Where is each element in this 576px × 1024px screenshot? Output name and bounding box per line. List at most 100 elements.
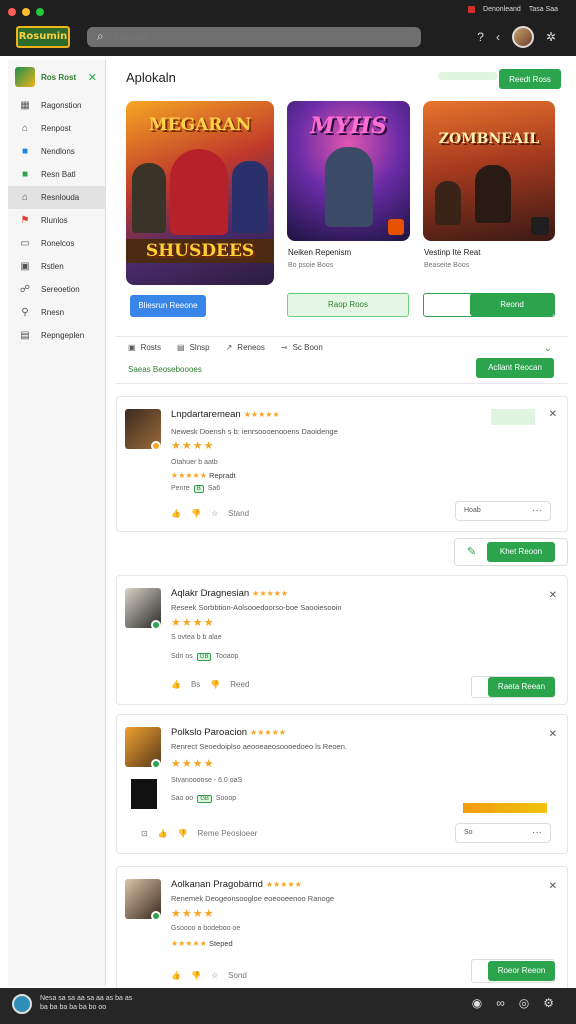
flag-icon: ⚑: [20, 214, 30, 226]
close-window-button[interactable]: [8, 8, 16, 16]
close-icon[interactable]: ✕: [549, 590, 557, 601]
review-pill[interactable]: So ···: [455, 823, 551, 843]
review-actions: 👍 Bs 👎 Reed: [171, 680, 249, 689]
review-button-frame[interactable]: Roeor Reeon: [471, 959, 555, 983]
close-icon[interactable]: ✕: [88, 71, 97, 84]
titlebar-status-text-2: Tasa Saa: [528, 6, 558, 13]
close-icon[interactable]: ✕: [549, 409, 557, 420]
search-bar[interactable]: ⌕: [87, 27, 421, 47]
thumbs-up-icon[interactable]: 👍: [171, 971, 181, 980]
floating-action[interactable]: ✎ Khet Reoon: [454, 538, 568, 566]
tab-label: Reneos: [237, 343, 265, 352]
titlebar-icons: ? ‹ ✲: [477, 26, 556, 48]
game-sub-2: Bo psoie Boos: [288, 262, 334, 269]
rating-label: Repradt: [208, 471, 236, 480]
game-card-2[interactable]: MYHS: [287, 101, 410, 241]
review-text: Newesk Doensh s b: ienrsoooenooens Daoid…: [171, 427, 338, 436]
sidebar-item-7[interactable]: ▣ Rstlen: [8, 255, 105, 278]
status-action-button[interactable]: Acllant Reocan: [476, 358, 554, 378]
thumbs-up-icon[interactable]: 👍: [158, 829, 168, 838]
tag-badge: GB: [196, 653, 212, 661]
close-icon[interactable]: ✕: [549, 881, 557, 892]
sidebar-item-10[interactable]: ▤ Repngeplen: [8, 324, 105, 347]
help-icon[interactable]: ?: [477, 30, 484, 44]
settings-icon[interactable]: ✲: [546, 30, 556, 44]
search-input[interactable]: [113, 29, 403, 45]
app-logo[interactable]: Rosumin: [16, 26, 70, 48]
more-icon[interactable]: ···: [532, 827, 542, 838]
game-button-1[interactable]: Bliesrun Reeone: [130, 295, 206, 317]
gamepad-icon[interactable]: ∞: [496, 996, 505, 1010]
review-button-frame[interactable]: Raeta Reean: [471, 676, 555, 698]
action-label[interactable]: Reed: [230, 680, 249, 689]
review-button[interactable]: Raeta Reean: [488, 677, 555, 697]
review-stars: ★★★★: [171, 617, 215, 629]
sidebar-item-0[interactable]: ▦ Ragonstion: [8, 94, 105, 117]
action-label[interactable]: Stand: [228, 509, 249, 518]
review-title-text: Aqlakr Dragnesian: [171, 588, 250, 599]
star-icon[interactable]: ☆: [211, 509, 218, 518]
flag-icon[interactable]: ⊡: [141, 829, 148, 838]
status-text: Saeas Beoseboooes: [128, 365, 202, 374]
badge-icon: [151, 911, 161, 921]
review-title: Polkslo Paroacion ★★★★★: [171, 727, 286, 738]
chevron-down-icon[interactable]: ⌄: [544, 343, 552, 354]
thumbs-down-icon[interactable]: 👎: [210, 680, 220, 689]
game-button-2[interactable]: Raop Roos: [287, 293, 409, 317]
more-icon[interactable]: ···: [532, 505, 542, 516]
chat-icon[interactable]: ◉: [472, 996, 482, 1010]
sidebar-item-6[interactable]: ▭ Ronelcos: [8, 232, 105, 255]
thumbs-up-icon[interactable]: 👍: [171, 680, 181, 689]
footer-avatar[interactable]: [12, 994, 32, 1014]
sidebar-item-1[interactable]: ⌂ Renpost: [8, 117, 105, 140]
sidebar-item-2[interactable]: ■ Nendlons: [8, 140, 105, 163]
game-card-3[interactable]: ZOMBNEAIL: [423, 101, 555, 241]
sidebar-item-4[interactable]: ⌂ Resnlouda: [8, 186, 105, 209]
tab-0[interactable]: ▣ Rosts: [128, 343, 161, 352]
game-button-3[interactable]: Reond: [470, 293, 554, 316]
tab-2[interactable]: ↗ Reneos: [226, 343, 265, 352]
thumbs-down-icon[interactable]: 👎: [178, 829, 188, 838]
review-tags: Sao oo GB Sooop: [171, 795, 236, 803]
action-label[interactable]: Sond: [228, 971, 247, 980]
review-card-3: Polkslo Paroacion ★★★★★ ✕ Renrect Seoedoi…: [116, 714, 568, 854]
target-icon[interactable]: ◎: [519, 996, 529, 1010]
layers-icon: ▤: [177, 343, 185, 352]
sidebar-item-5[interactable]: ⚑ Rlunlos: [8, 209, 105, 232]
chat-icon: ▭: [20, 237, 30, 249]
maximize-window-button[interactable]: [36, 8, 44, 16]
review-meta: Otahuer b aatb: [171, 459, 218, 466]
action-label[interactable]: Reme Peosloeer: [198, 829, 258, 838]
floating-button[interactable]: Khet Reoon: [487, 542, 555, 562]
poster-title: ZOMBNEAIL: [438, 131, 540, 147]
review-actions: 👍 👎 ☆ Stand: [171, 509, 249, 518]
footer-text: Nesa sa sa aa sa aa as ba as ba ba ba ba…: [40, 994, 132, 1012]
user-avatar[interactable]: [511, 26, 534, 48]
sidebar-item-3[interactable]: ■ Resn Batl: [8, 163, 105, 186]
sidebar: Ros Rost ✕ ▦ Ragonstion ⌂ Renpost ■ Nendlon…: [8, 60, 106, 986]
tab-1[interactable]: ▤ Slnsp: [177, 343, 210, 352]
sidebar-item-8[interactable]: ☍ Sereoetion: [8, 278, 105, 301]
chevron-left-icon[interactable]: ‹: [496, 30, 500, 44]
featured-action-button[interactable]: Reedt Ross: [499, 69, 561, 89]
review-text: Renrect Seoedoiplso aeooeaeosoooedoeo ls…: [171, 742, 347, 751]
review-title: Aolkanan Pragobarnd ★★★★★: [171, 879, 302, 890]
thumbs-down-icon[interactable]: 👎: [191, 509, 201, 518]
minimize-window-button[interactable]: [22, 8, 30, 16]
square-blue-icon: ■: [21, 145, 29, 157]
close-icon[interactable]: ✕: [549, 729, 557, 740]
thumbs-down-icon[interactable]: 👎: [191, 971, 201, 980]
game-button-3-frame[interactable]: Reond: [423, 293, 555, 317]
sidebar-item-label: Rlunlos: [41, 216, 68, 225]
progress-bar: [463, 803, 547, 813]
sidebar-item-9[interactable]: ⚲ Rnesn: [8, 301, 105, 324]
game-card-1[interactable]: MEGARAN SHUSDEES: [126, 101, 274, 285]
review-pill[interactable]: Hoab ···: [455, 501, 551, 521]
star-icon[interactable]: ☆: [211, 971, 218, 980]
sidebar-item-label: Sereoetion: [41, 285, 80, 294]
review-button[interactable]: Roeor Reeon: [488, 961, 555, 981]
settings-icon[interactable]: ⚙: [543, 996, 554, 1010]
tab-3[interactable]: ⊸ Sc Boon: [281, 343, 323, 352]
thumbs-up-icon[interactable]: 👍: [171, 509, 181, 518]
review-stars: ★★★★: [171, 908, 215, 920]
